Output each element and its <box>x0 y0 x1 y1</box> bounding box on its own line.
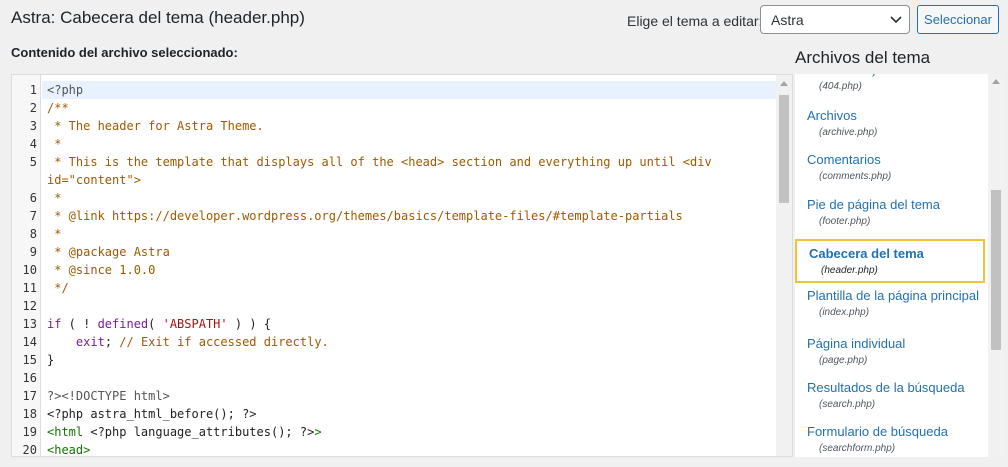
code-text: * <box>47 137 62 151</box>
code-text: * @since 1.0.0 <box>47 263 156 277</box>
line-number: 3 <box>29 119 37 133</box>
code-token: if <box>47 317 62 331</box>
line-number: 12 <box>22 299 37 313</box>
theme-file-name[interactable]: Pie de página del tema <box>807 197 987 212</box>
theme-file-item[interactable]: Cabecera del tema (header.php) <box>795 239 985 283</box>
theme-file-filename: (header.php) <box>821 265 878 276</box>
theme-file-item[interactable]: Archivos (archive.php) <box>795 108 987 138</box>
code-token: ( <box>148 317 163 331</box>
theme-file-filename: (404.php) <box>819 81 862 92</box>
theme-file-filename: (index.php) <box>819 307 870 318</box>
chevron-down-icon <box>890 16 902 24</box>
line-number: 16 <box>22 371 37 385</box>
code-text: * This is the template that displays all… <box>47 155 712 169</box>
theme-files-list: encontrada) (404.php) Archivos (archive.php… <box>795 74 1004 457</box>
theme-file-item[interactable]: Pie de página del tema (footer.php) <box>795 197 987 227</box>
line-number: 11 <box>22 281 37 295</box>
theme-file-item[interactable]: Formulario de búsqueda (searchform.php) <box>795 424 987 454</box>
code-text: } <box>47 353 55 367</box>
line-number: 13 <box>22 317 37 331</box>
code-text: * @package Astra <box>47 245 170 259</box>
code-text: ?><!DOCTYPE html> <box>47 389 170 403</box>
code-text: exit; // Exit if accessed directly. <box>47 333 329 351</box>
line-number: 14 <box>22 335 37 349</box>
code-text: * The header for Astra Theme. <box>47 119 264 133</box>
code-text: * <box>47 227 62 241</box>
line-number: 1 <box>29 83 37 97</box>
code-editor[interactable]: 1 <?php 2 /** 3 * The header for Astra Theme… <box>11 74 793 457</box>
theme-select-label: Elige el tema a editar: <box>627 13 763 29</box>
theme-file-item[interactable]: Página individual (page.php) <box>795 336 987 366</box>
line-number: 4 <box>29 137 37 151</box>
code-token: 'ABSPATH' <box>162 317 228 331</box>
line-number: 2 <box>29 101 37 115</box>
theme-file-name[interactable]: Plantilla de la página principal <box>807 288 987 303</box>
code-text: <?php <box>47 83 84 97</box>
theme-file-filename: (search.php) <box>819 399 876 410</box>
file-content-label: Contenido del archivo seleccionado: <box>11 45 238 60</box>
theme-file-name[interactable]: Formulario de búsqueda <box>807 424 987 439</box>
select-button[interactable]: Seleccionar <box>917 5 999 34</box>
line-number: 5 <box>29 155 37 169</box>
active-line-highlight <box>42 81 778 99</box>
code-text: <?php astra_html_before(); ?> <box>47 407 257 421</box>
theme-file-item[interactable]: encontrada) (404.php) <box>795 74 987 92</box>
theme-file-name[interactable]: Comentarios <box>807 152 987 167</box>
line-number: 19 <box>22 425 37 439</box>
line-number: 6 <box>29 191 37 205</box>
theme-file-filename: (archive.php) <box>819 127 878 138</box>
line-number: 8 <box>29 227 37 241</box>
line-number: 10 <box>22 263 37 277</box>
theme-file-name[interactable]: Archivos <box>807 108 987 123</box>
code-text: * <box>47 191 62 205</box>
files-scroll-thumb[interactable] <box>991 190 1001 350</box>
scroll-up-icon[interactable] <box>988 74 1004 90</box>
line-number: 15 <box>22 353 37 367</box>
code-token: defined <box>97 317 149 331</box>
editor-scrollbar[interactable] <box>776 75 792 456</box>
theme-file-filename: (searchform.php) <box>819 443 896 454</box>
code-text: <html <?php language_attributes(); ?>> <box>47 423 322 441</box>
theme-file-name[interactable]: Página individual <box>807 336 987 351</box>
theme-file-item[interactable]: Plantilla de la página principal (index.p… <box>795 288 987 318</box>
code-text: /** <box>47 101 69 115</box>
code-text: <head> <box>47 443 91 457</box>
theme-file-item[interactable]: Comentarios (comments.php) <box>795 152 987 182</box>
theme-select[interactable]: Astra <box>760 5 910 34</box>
theme-file-name[interactable]: Cabecera del tema <box>809 246 983 261</box>
code-token: > <box>314 425 322 439</box>
theme-file-name[interactable]: encontrada) <box>807 74 987 77</box>
line-number: 9 <box>29 245 37 259</box>
line-number: 18 <box>22 407 37 421</box>
code-text: */ <box>47 281 69 295</box>
line-number: 7 <box>29 209 37 223</box>
page-title: Astra: Cabecera del tema (header.php) <box>11 8 305 27</box>
code-token: ) ) { <box>227 317 271 331</box>
files-scrollbar[interactable] <box>988 74 1004 457</box>
line-number: 17 <box>22 389 37 403</box>
line-number: 20 <box>22 443 37 457</box>
theme-file-filename: (page.php) <box>819 355 868 366</box>
theme-files-heading: Archivos del tema <box>795 48 931 67</box>
code-token: // Exit if accessed directly. <box>119 335 329 349</box>
theme-file-filename: (comments.php) <box>819 171 892 182</box>
code-token: <?php language_attributes(); ?> <box>83 425 315 439</box>
editor-scroll-thumb[interactable] <box>779 95 789 203</box>
code-text: if ( ! defined( 'ABSPATH' ) ) { <box>47 315 271 333</box>
code-token: <html <box>47 425 84 439</box>
code-text: id="content"> <box>47 173 141 187</box>
theme-file-item[interactable]: Resultados de la búsqueda (search.php) <box>795 380 987 410</box>
theme-file-name[interactable]: Resultados de la búsqueda <box>807 380 987 395</box>
theme-select-value: Astra <box>771 12 804 28</box>
code-token: ; <box>104 335 120 349</box>
theme-file-filename: (footer.php) <box>819 216 871 227</box>
code-text: * @link https://developer.wordpress.org/… <box>47 209 683 223</box>
code-token: ( ! <box>61 317 98 331</box>
code-token: exit <box>75 335 105 349</box>
scroll-up-icon[interactable] <box>776 75 792 92</box>
